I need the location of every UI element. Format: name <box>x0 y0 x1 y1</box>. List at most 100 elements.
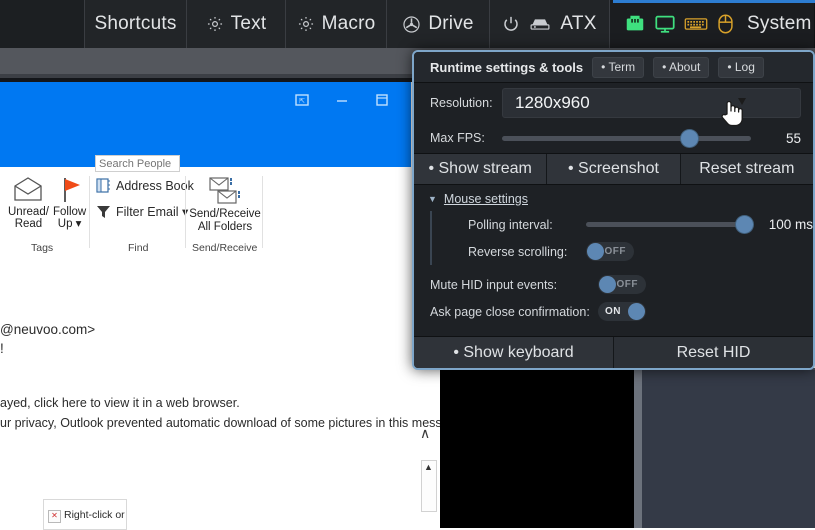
screenshot-button[interactable]: • Screenshot <box>547 154 681 184</box>
show-stream-button[interactable]: • Show stream <box>414 154 548 184</box>
polling-interval-label: Polling interval: <box>468 217 553 232</box>
minimize-icon[interactable] <box>334 92 350 112</box>
scroll-up-arrow-icon[interactable]: ▲ <box>424 462 433 472</box>
ribbon-label: Send/Receive <box>189 208 261 220</box>
ask-close-toggle[interactable]: ON <box>598 302 646 321</box>
panel-title: Runtime settings & tools <box>430 59 584 75</box>
toolbar-macro-label: Macro <box>321 13 376 34</box>
send-receive-all-folders-button[interactable]: Send/Receive All Folders <box>189 176 261 234</box>
toolbar-shortcuts[interactable]: Shortcuts <box>85 0 187 48</box>
ask-close-label: Ask page close confirmation: <box>430 304 590 319</box>
toolbar-macro[interactable]: Macro <box>286 0 387 48</box>
ribbon-label: Unread/ <box>8 206 49 218</box>
server-icon <box>529 16 551 32</box>
toolbar-drive[interactable]: Drive <box>387 0 490 48</box>
svg-text:⇱: ⇱ <box>299 98 305 105</box>
message-exclaim: ! <box>0 341 4 356</box>
reverse-scrolling-label: Reverse scrolling: <box>468 244 568 259</box>
address-book-icon <box>96 178 110 193</box>
monitor-icon <box>654 13 676 35</box>
resolution-select[interactable]: 1280x960 <box>502 88 801 118</box>
funnel-icon <box>97 206 110 218</box>
resolution-row: Resolution: 1280x960 <box>414 83 813 123</box>
toggle-knob <box>587 243 604 260</box>
outlook-reading-pane <box>0 260 440 528</box>
toolbar-text[interactable]: Text <box>187 0 286 48</box>
reset-hid-button[interactable]: Reset HID <box>614 337 813 368</box>
reset-stream-button[interactable]: Reset stream <box>680 154 813 184</box>
blocked-image-text: Right-click or <box>64 509 125 521</box>
stream-button-row: • Show stream • Screenshot Reset stream <box>414 153 813 185</box>
ribbon-unread-read[interactable]: Unread/ Read <box>8 176 49 231</box>
chevron-down-icon: ▼ <box>428 194 437 204</box>
toolbar-system-label: System <box>747 13 812 34</box>
envelope-icon <box>14 177 43 201</box>
toggle-state: OFF <box>616 279 638 290</box>
toggle-state: OFF <box>604 246 626 257</box>
flag-icon <box>63 178 80 202</box>
filter-email-label: Filter Email ▾ <box>116 205 189 219</box>
ribbon-group-label: Send/Receive <box>192 242 258 254</box>
mouse-settings-section[interactable]: ▼ Mouse settings <box>414 185 813 211</box>
search-people-input[interactable] <box>95 155 180 172</box>
collapse-chevron-icon[interactable]: ∧ <box>420 425 430 442</box>
panel-header: Runtime settings & tools • Term • About … <box>414 52 813 83</box>
max-fps-label: Max FPS: <box>430 131 485 145</box>
maximize-icon[interactable] <box>374 92 390 112</box>
hid-button-row: • Show keyboard Reset HID <box>414 336 813 368</box>
log-button[interactable]: • Log <box>718 56 764 78</box>
message-line-2: ur privacy, Outlook prevented automatic … <box>0 416 466 430</box>
term-button[interactable]: • Term <box>592 56 645 78</box>
toolbar-system[interactable]: System <box>610 0 815 48</box>
polling-interval-slider[interactable] <box>586 216 753 234</box>
address-book-button[interactable]: Address Book <box>96 178 194 193</box>
send-receive-icon <box>209 177 240 204</box>
toolbar-empty-cell <box>0 0 85 48</box>
mouse-settings-body: Polling interval: 100 ms Reverse scrolli… <box>430 211 813 265</box>
mute-hid-row: Mute HID input events: OFF <box>414 271 813 298</box>
mouse-settings-label: Mouse settings <box>443 192 528 206</box>
max-fps-value: 55 <box>785 130 801 146</box>
slider-knob[interactable] <box>681 129 699 147</box>
outlook-title-bar-lower <box>0 122 411 167</box>
slider-knob[interactable] <box>736 216 753 233</box>
reverse-scrolling-row: Reverse scrolling: OFF <box>448 238 813 265</box>
ribbon-label: Follow <box>53 206 87 218</box>
about-button[interactable]: • About <box>653 56 710 78</box>
ribbon-divider <box>262 176 263 248</box>
toggle-knob <box>599 276 616 293</box>
ribbon-label: All Folders <box>197 221 253 233</box>
toggle-knob <box>628 303 645 320</box>
keyboard-icon <box>684 14 708 34</box>
address-book-label: Address Book <box>116 178 194 193</box>
power-icon <box>502 15 520 33</box>
toolbar-atx-label: ATX <box>560 13 597 34</box>
toolbar-text-label: Text <box>230 13 267 34</box>
top-toolbar: Shortcuts Text Macro Drive ATX System <box>0 0 815 48</box>
filter-email-button[interactable]: Filter Email ▾ <box>96 204 188 219</box>
ribbon-follow-up[interactable]: Follow Up ▾ <box>53 176 86 231</box>
toolbar-drive-label: Drive <box>428 13 474 34</box>
mute-hid-toggle[interactable]: OFF <box>598 275 646 294</box>
disc-icon <box>402 15 421 34</box>
ribbon-label: Read <box>14 218 43 230</box>
broken-image-icon: ✕ <box>48 510 61 523</box>
show-keyboard-button[interactable]: • Show keyboard <box>414 337 614 368</box>
toolbar-shortcuts-label: Shortcuts <box>94 13 177 34</box>
toolbar-atx[interactable]: ATX <box>490 0 610 48</box>
slider-track <box>502 135 751 141</box>
max-fps-slider[interactable] <box>502 129 751 147</box>
ribbon-label: Up ▾ <box>57 218 82 230</box>
ribbon-divider <box>185 176 186 248</box>
ribbon-group-label: Tags <box>31 242 54 254</box>
resolution-value: 1280x960 <box>515 93 590 112</box>
vertical-divider <box>634 368 642 528</box>
restore-icon[interactable]: ⇱ <box>294 92 310 112</box>
ask-close-row: Ask page close confirmation: ON <box>414 298 813 325</box>
ethernet-icon <box>624 13 646 35</box>
toggle-state: ON <box>605 306 621 317</box>
slider-track <box>586 222 753 227</box>
reverse-scrolling-toggle[interactable]: OFF <box>586 242 634 261</box>
mouse-icon <box>716 13 735 35</box>
runtime-settings-panel: Runtime settings & tools • Term • About … <box>412 50 815 370</box>
